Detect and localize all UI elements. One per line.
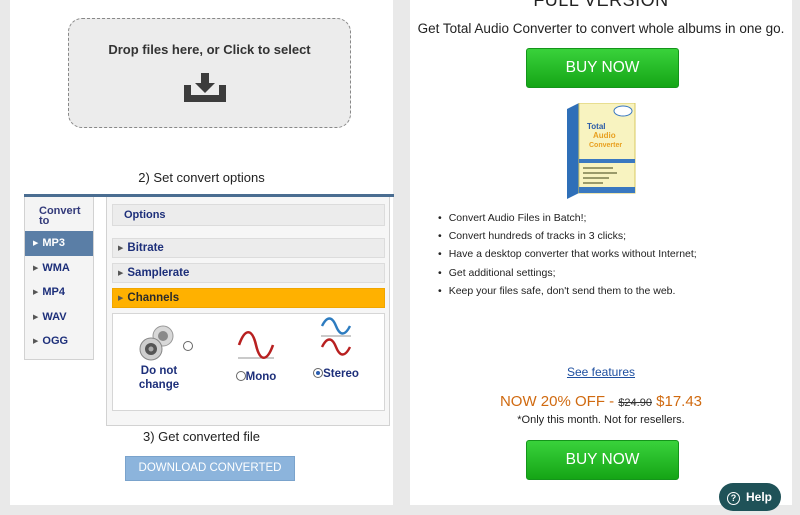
- download-converted-file-button[interactable]: DOWNLOAD CONVERTED FILE: [125, 456, 295, 497]
- old-price: $24.90: [618, 397, 652, 409]
- channel-do-not-change[interactable]: Do not change: [133, 324, 193, 392]
- product-box-image: Total Audio Converter: [567, 103, 636, 199]
- triangle-right-icon: ▶: [118, 270, 124, 277]
- channels-options: Do not change Mono Stereo: [112, 313, 385, 411]
- stereo-label: Stereo: [323, 368, 359, 380]
- new-price: $17.43: [656, 393, 703, 410]
- price-offer: NOW 20% OFF - $24.90 $17.43: [410, 393, 792, 410]
- see-features-link[interactable]: See features: [410, 365, 792, 379]
- promo-panel: FULL VERSION Get Total Audio Converter t…: [410, 0, 792, 505]
- price-note: *Only this month. Not for resellers.: [517, 414, 685, 426]
- file-dropzone[interactable]: Drop files here, or Click to select: [68, 18, 351, 128]
- format-item-wav[interactable]: ▶ WAV: [25, 305, 93, 330]
- channel-stereo[interactable]: Stereo: [308, 317, 364, 380]
- option-bitrate[interactable]: ▶ Bitrate: [112, 238, 385, 258]
- help-question-icon: ?: [727, 492, 740, 505]
- options-header: Options: [112, 204, 385, 226]
- triangle-right-icon: ▶: [33, 264, 39, 272]
- feature-item: Get additional settings;: [438, 264, 697, 282]
- box-text-line2: Audio: [593, 131, 616, 140]
- help-label: Help: [746, 490, 773, 504]
- do-not-change-label: Do not change: [138, 365, 180, 391]
- promo-title: FULL VERSION: [533, 0, 669, 10]
- buy-now-button-top[interactable]: BUY NOW: [526, 48, 679, 88]
- triangle-right-icon: ▶: [33, 289, 39, 296]
- radio-do-not-change[interactable]: [183, 341, 193, 351]
- download-tray-icon: [184, 73, 226, 102]
- offer-text: NOW 20% OFF -: [499, 393, 615, 410]
- converter-widget: Convert to ▶ MP3 ▶ WMA ▶ MP4 ▶ WAV ▶ OGG Opti…: [24, 194, 394, 426]
- converter-panel: Drop files here, or Click to select 2) S…: [10, 0, 394, 505]
- feature-item: Convert hundreds of tracks in 3 clicks;: [438, 227, 697, 245]
- feature-list: Convert Audio Files in Batch!; Convert h…: [438, 209, 697, 300]
- buy-now-button-bottom[interactable]: BUY NOW: [526, 440, 679, 480]
- dropzone-label: Drop files here, or Click to select: [108, 42, 311, 57]
- format-item-ogg[interactable]: ▶ OGG: [25, 329, 93, 354]
- triangle-right-icon: ▶: [33, 338, 39, 345]
- speaker-icon: [139, 325, 174, 361]
- option-samplerate[interactable]: ▶ Samplerate: [112, 263, 385, 283]
- triangle-right-icon: ▶: [118, 245, 124, 252]
- feature-item: Keep your files safe, don't send them to…: [438, 282, 697, 300]
- mono-wave-icon: [237, 330, 275, 360]
- stereo-wave-icon: [320, 317, 352, 356]
- format-list: Convert to ▶ MP3 ▶ WMA ▶ MP4 ▶ WAV ▶ OGG: [24, 197, 94, 360]
- feature-item: Convert Audio Files in Batch!;: [438, 209, 697, 227]
- help-button[interactable]: ? Help: [719, 483, 781, 511]
- format-item-mp3[interactable]: ▶ MP3: [25, 231, 93, 256]
- radio-stereo[interactable]: [313, 368, 324, 378]
- triangle-right-icon: ▶: [118, 295, 124, 302]
- format-list-header: Convert to: [39, 205, 81, 227]
- format-item-wma[interactable]: ▶ WMA: [25, 256, 93, 281]
- box-text-line3: Converter: [589, 142, 622, 149]
- mono-label: Mono: [245, 371, 277, 383]
- promo-subtitle: Get Total Audio Converter to convert who…: [417, 21, 785, 36]
- option-channels[interactable]: ▶ Channels: [112, 288, 385, 308]
- options-panel: Options ▶ Bitrate ▶ Samplerate ▶ Channels D…: [106, 197, 390, 426]
- radio-mono[interactable]: [235, 371, 246, 381]
- triangle-right-icon: ▶: [33, 240, 39, 247]
- feature-item: Have a desktop converter that works with…: [438, 245, 697, 263]
- step-3-label: 3) Get converted file: [142, 429, 261, 444]
- format-item-mp4[interactable]: ▶ MP4: [25, 280, 93, 305]
- step-2-label: 2) Set convert options: [138, 170, 265, 185]
- channel-mono[interactable]: Mono: [231, 328, 281, 383]
- triangle-right-icon: ▶: [33, 313, 39, 321]
- box-text-line1: Total: [587, 122, 606, 131]
